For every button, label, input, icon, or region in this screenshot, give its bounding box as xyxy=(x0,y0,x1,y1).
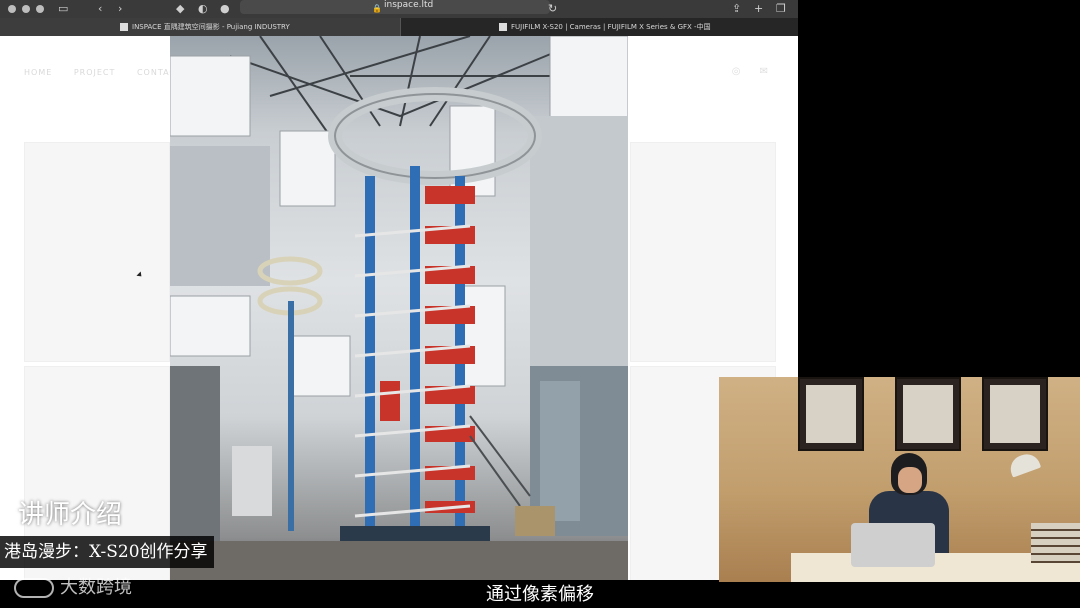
sidebar-icon[interactable]: ▭ xyxy=(58,1,68,17)
shield-icon[interactable]: ◆ xyxy=(176,1,184,17)
tab-inspace[interactable]: INSPACE 直隅建筑空间摄影 - Pujiang INDUSTRY xyxy=(0,18,400,36)
wall-art-2 xyxy=(895,377,961,451)
wall-art-1 xyxy=(798,377,864,451)
lock-icon: 🔒 xyxy=(372,4,382,13)
laptop xyxy=(851,523,935,567)
reload-icon[interactable]: ↻ xyxy=(548,1,557,17)
lecturer-name-bar: 港岛漫步：X-S20创作分享 xyxy=(0,536,214,568)
book-stack xyxy=(1031,523,1080,563)
wall-art-3 xyxy=(982,377,1048,451)
instagram-icon[interactable]: ◎ xyxy=(732,66,741,77)
industrial-hall-image xyxy=(170,36,628,580)
privacy-icon[interactable]: ◐ xyxy=(198,1,208,17)
desk-lamp xyxy=(1006,450,1042,478)
social-icons: ◎ ✉ xyxy=(732,66,768,77)
tabs-overview-icon[interactable]: ❐ xyxy=(776,1,786,17)
lecturer-heading: 讲师介绍 xyxy=(18,500,123,530)
forward-icon[interactable]: › xyxy=(118,1,122,17)
minimize-dot-icon[interactable] xyxy=(22,5,30,13)
favicon-icon xyxy=(120,23,128,31)
new-tab-icon[interactable]: + xyxy=(754,1,763,17)
thumbnail-left-top[interactable] xyxy=(24,142,170,362)
browser-toolbar: ▭ ‹ › ◆ ◐ ● 🔒 inspace.ltd ↻ ⇪ + ❐ xyxy=(0,0,798,18)
mail-icon[interactable]: ✉ xyxy=(760,66,768,77)
back-icon[interactable]: ‹ xyxy=(98,1,102,17)
browser-window: ▭ ‹ › ◆ ◐ ● 🔒 inspace.ltd ↻ ⇪ + ❐ INSPAC… xyxy=(0,0,798,580)
webcam-feed xyxy=(719,377,1080,582)
thumbnail-right-top[interactable] xyxy=(630,142,776,362)
featured-photo[interactable] xyxy=(170,36,628,580)
tab-fujifilm[interactable]: FUJIFILM X-S20 | Cameras | FUJIFILM X Se… xyxy=(400,18,798,36)
tab-bar: INSPACE 直隅建筑空间摄影 - Pujiang INDUSTRY FUJI… xyxy=(0,18,798,36)
zoom-dot-icon[interactable] xyxy=(36,5,44,13)
close-dot-icon[interactable] xyxy=(8,5,16,13)
favicon-icon xyxy=(499,23,507,31)
extension-icon[interactable]: ● xyxy=(220,1,230,17)
window-controls xyxy=(8,5,44,13)
tab-label: INSPACE 直隅建筑空间摄影 - Pujiang INDUSTRY xyxy=(132,23,290,31)
nav-project[interactable]: PROJECT xyxy=(74,68,116,77)
video-subtitle: 通过像素偏移 xyxy=(486,584,594,605)
share-icon[interactable]: ⇪ xyxy=(732,1,741,17)
url-text[interactable]: inspace.ltd xyxy=(384,0,433,10)
nav-home[interactable]: HOME xyxy=(24,68,52,77)
tab-label: FUJIFILM X-S20 | Cameras | FUJIFILM X Se… xyxy=(511,23,711,31)
